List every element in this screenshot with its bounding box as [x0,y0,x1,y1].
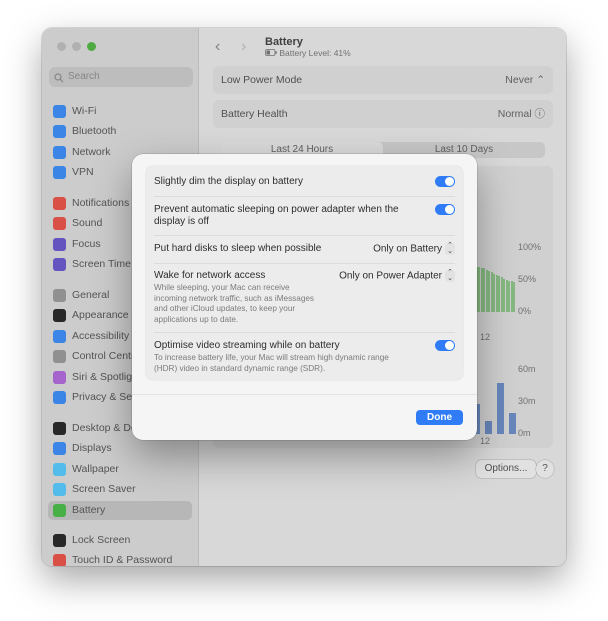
hard-disk-sleep-row: Put hard disks to sleep when possible On… [154,242,455,256]
chevron-updown-icon: ⌃ ⌄ [445,269,455,282]
wake-network-description: While sleeping, your Mac can receive inc… [154,283,315,324]
prevent-sleep-row: Prevent automatic sleeping on power adap… [154,204,455,228]
video-streaming-label: Optimise video streaming while on batter… [154,340,340,351]
dim-display-row: Slightly dim the display on battery [154,176,455,188]
divider [154,332,455,333]
hard-disk-sleep-value: Only on Battery [373,243,442,255]
wake-network-value: Only on Power Adapter [339,270,442,282]
done-button[interactable]: Done [416,410,463,425]
wake-network-select[interactable]: Only on Power Adapter ⌃ ⌄ [339,269,455,283]
video-streaming-toggle[interactable] [435,340,455,351]
divider [154,263,455,264]
options-group: Slightly dim the display on battery Prev… [146,166,463,380]
video-streaming-description: To increase battery life, your Mac will … [154,353,389,373]
wake-network-row: Wake for network access While sleeping, … [154,269,455,325]
battery-options-dialog: Slightly dim the display on battery Prev… [132,154,477,440]
divider [154,196,455,197]
dim-display-label: Slightly dim the display on battery [154,176,303,187]
prevent-sleep-toggle[interactable] [435,204,455,215]
hard-disk-sleep-select[interactable]: Only on Battery ⌃ ⌄ [373,242,455,256]
divider [154,235,455,236]
dialog-footer-divider [132,394,477,395]
video-streaming-row: Optimise video streaming while on batter… [154,340,455,374]
prevent-sleep-label: Prevent automatic sleeping on power adap… [154,204,399,227]
chevron-updown-icon: ⌃ ⌄ [445,242,455,255]
dim-display-toggle[interactable] [435,176,455,187]
